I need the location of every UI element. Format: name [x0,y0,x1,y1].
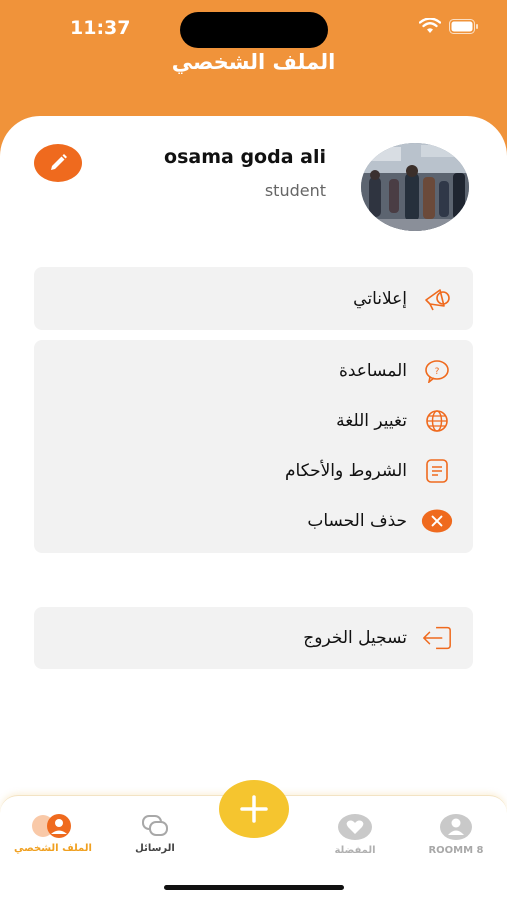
document-icon [421,455,453,487]
dynamic-island [180,12,328,48]
tab-label: ROOMM 8 [428,845,484,856]
status-time: 11:37 [70,17,131,39]
menu-item-label: تسجيل الخروج [303,628,407,648]
user-role: student [264,181,326,200]
menu-item-label: حذف الحساب [307,511,407,531]
logout-section: تسجيل الخروج [34,607,473,669]
svg-text:?: ? [435,367,440,377]
menu-item-label: الشروط والأحكام [284,461,407,481]
ads-section: إعلاناتي [34,267,473,330]
user-icon [440,814,472,840]
megaphone-icon [421,283,453,315]
edit-profile-button[interactable] [34,144,82,182]
heart-icon [338,814,372,840]
menu-item-logout[interactable]: تسجيل الخروج [34,618,473,658]
battery-icon [449,18,478,34]
tab-label: الملف الشخصي [14,843,92,854]
menu-item-my-ads[interactable]: إعلاناتي [34,279,473,319]
help-chat-icon: ? [421,355,453,387]
tab-messages[interactable]: الرسائل [120,813,190,854]
settings-section: المساعدة ? تغيير اللغة الشروط والأحكام ح… [34,340,473,553]
menu-item-delete-account[interactable]: حذف الحساب [34,501,473,541]
logout-icon [421,622,453,654]
menu-item-change-language[interactable]: تغيير اللغة [34,401,473,441]
tab-label: الرسائل [135,843,175,854]
chat-icon [142,815,168,836]
wifi-icon [419,18,441,33]
menu-item-label: إعلاناتي [353,289,407,309]
close-circle-icon [421,505,453,537]
avatar-photo [361,143,469,231]
tab-favorites[interactable]: المفضلة [320,813,390,856]
tab-label: المفضلة [334,845,376,856]
home-indicator [164,885,344,890]
avatar[interactable] [361,143,469,231]
menu-item-label: المساعدة [338,361,407,381]
tab-profile[interactable]: الملف الشخصي [4,813,102,854]
menu-item-help[interactable]: المساعدة ? [34,351,473,391]
pencil-icon [51,154,67,170]
menu-item-label: تغيير اللغة [336,411,407,431]
status-icons [419,18,479,34]
user-name: osama goda ali [164,146,326,168]
status-bar: 11:37 [0,0,507,48]
page-title: الملف الشخصي [171,50,336,74]
globe-icon [421,405,453,437]
add-button[interactable] [219,780,289,838]
profile-icon [32,814,71,838]
tab-roomm8[interactable]: ROOMM 8 [418,813,494,856]
menu-item-terms[interactable]: الشروط والأحكام [34,451,473,491]
plus-icon [240,795,268,823]
